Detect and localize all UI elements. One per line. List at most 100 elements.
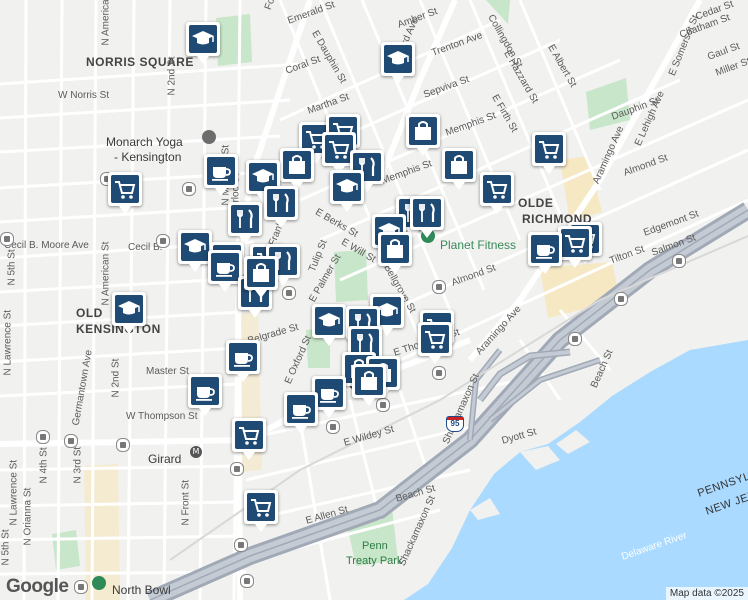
bus-stop-icon[interactable]	[432, 366, 446, 380]
map-label: N 4th St	[38, 447, 50, 484]
bus-stop-icon[interactable]	[240, 574, 254, 588]
interstate-95-shield: 95	[446, 416, 464, 432]
place-marker-school[interactable]	[330, 170, 364, 212]
school-icon	[115, 295, 143, 323]
map-label: OLDE	[518, 196, 554, 210]
bus-stop-icon[interactable]	[326, 420, 340, 434]
school-icon	[384, 45, 412, 73]
restaurant-icon	[413, 199, 441, 227]
place-marker-bag[interactable]	[442, 148, 476, 190]
shopping-bag-icon	[381, 235, 409, 263]
cafe-icon	[207, 157, 235, 185]
bus-stop-icon[interactable]	[672, 254, 686, 268]
place-marker-coffee[interactable]	[204, 154, 238, 196]
map-label: N Lawrence St	[2, 309, 14, 376]
place-marker-school[interactable]	[312, 304, 346, 346]
shopping-cart-icon	[483, 175, 511, 203]
place-marker-bag[interactable]	[244, 256, 278, 298]
place-marker-coffee[interactable]	[284, 392, 318, 434]
bus-stop-icon[interactable]	[74, 580, 88, 594]
google-logo: Google	[6, 576, 69, 597]
map-label: Master St	[146, 366, 189, 377]
restaurant-icon	[267, 189, 295, 217]
place-marker-cart[interactable]	[558, 226, 592, 268]
map-label: N Front St	[180, 479, 192, 526]
map-label: N American St	[100, 241, 112, 306]
yoga-studio-pin[interactable]	[202, 130, 216, 144]
bus-stop-icon[interactable]	[282, 286, 296, 300]
school-icon	[315, 307, 343, 335]
bus-stop-icon[interactable]	[64, 434, 78, 448]
place-marker-cart[interactable]	[480, 172, 514, 214]
place-marker-bag[interactable]	[406, 114, 440, 156]
place-marker-bag[interactable]	[352, 364, 386, 406]
map-label: W Norris St	[58, 90, 110, 101]
bowling-pin[interactable]	[92, 576, 106, 590]
place-marker-bag[interactable]	[378, 232, 412, 274]
shopping-bag-icon	[445, 151, 473, 179]
map-label: Monarch Yoga	[106, 135, 183, 149]
place-marker-school[interactable]	[178, 230, 212, 272]
place-marker-cart[interactable]	[232, 418, 266, 460]
place-marker-cart[interactable]	[532, 132, 566, 174]
bus-stop-icon[interactable]	[36, 430, 50, 444]
cafe-icon	[191, 377, 219, 405]
bus-stop-icon[interactable]	[432, 280, 446, 294]
map-label: N Orianna St	[22, 487, 34, 546]
map-label: - Kensington	[114, 150, 182, 164]
place-marker-coffee[interactable]	[528, 232, 562, 274]
cafe-icon	[287, 395, 315, 423]
map-label: Girard	[148, 452, 182, 466]
place-marker-utensils[interactable]	[264, 186, 298, 228]
place-marker-coffee[interactable]	[226, 340, 260, 382]
bus-stop-icon[interactable]	[0, 232, 14, 246]
map-canvas[interactable]: NORRIS SQUAREOLDERICHMONDOLDKENSINGTONFI…	[0, 0, 748, 600]
map-label: N 5th St	[0, 529, 12, 566]
place-marker-coffee[interactable]	[208, 250, 242, 292]
place-marker-utensils[interactable]	[410, 196, 444, 238]
map-label: Planet Fitness	[440, 238, 517, 252]
map-label: Treaty Park	[346, 555, 403, 567]
place-marker-cart[interactable]	[418, 322, 452, 364]
bus-stop-icon[interactable]	[376, 398, 390, 412]
map-label: N 3rd St	[72, 446, 84, 484]
shopping-cart-icon	[561, 229, 589, 257]
shopping-bag-icon	[355, 367, 383, 395]
place-marker-coffee[interactable]	[188, 374, 222, 416]
metro-station-icon[interactable]: M	[190, 446, 202, 458]
bus-stop-icon[interactable]	[568, 332, 582, 346]
map-label: W Thompson St	[126, 411, 198, 422]
map-label: Penn	[362, 540, 388, 552]
place-marker-cart[interactable]	[244, 490, 278, 532]
place-marker-school[interactable]	[186, 22, 220, 64]
shopping-bag-icon	[247, 259, 275, 287]
school-icon	[189, 25, 217, 53]
place-marker-bag[interactable]	[280, 148, 314, 190]
map-attribution[interactable]: Map data ©2025	[665, 587, 748, 600]
restaurant-icon	[231, 205, 259, 233]
place-marker-school[interactable]	[112, 292, 146, 334]
school-icon	[333, 173, 361, 201]
place-marker-school[interactable]	[381, 42, 415, 84]
shopping-cart-icon	[325, 135, 353, 163]
bus-stop-icon[interactable]	[614, 292, 628, 306]
map-label: N 2nd St	[166, 56, 178, 96]
place-marker-utensils[interactable]	[228, 202, 262, 244]
shopping-cart-icon	[235, 421, 263, 449]
cafe-icon	[229, 343, 257, 371]
map-label: N Lawrence St	[8, 459, 20, 526]
bus-stop-icon[interactable]	[116, 438, 130, 452]
bus-stop-icon[interactable]	[156, 234, 170, 248]
bus-stop-icon[interactable]	[230, 462, 244, 476]
bus-stop-icon[interactable]	[182, 182, 196, 196]
place-marker-cart[interactable]	[108, 172, 142, 214]
bus-stop-icon[interactable]	[234, 538, 248, 552]
map-label: N 2nd St	[110, 358, 122, 398]
shopping-cart-icon	[421, 325, 449, 353]
map-label: North Bowl	[112, 583, 171, 597]
shopping-cart-icon	[535, 135, 563, 163]
cafe-icon	[531, 235, 559, 263]
map-label: N 5th St	[6, 249, 18, 286]
map-label: OLD	[76, 306, 103, 320]
cafe-icon	[211, 253, 239, 281]
